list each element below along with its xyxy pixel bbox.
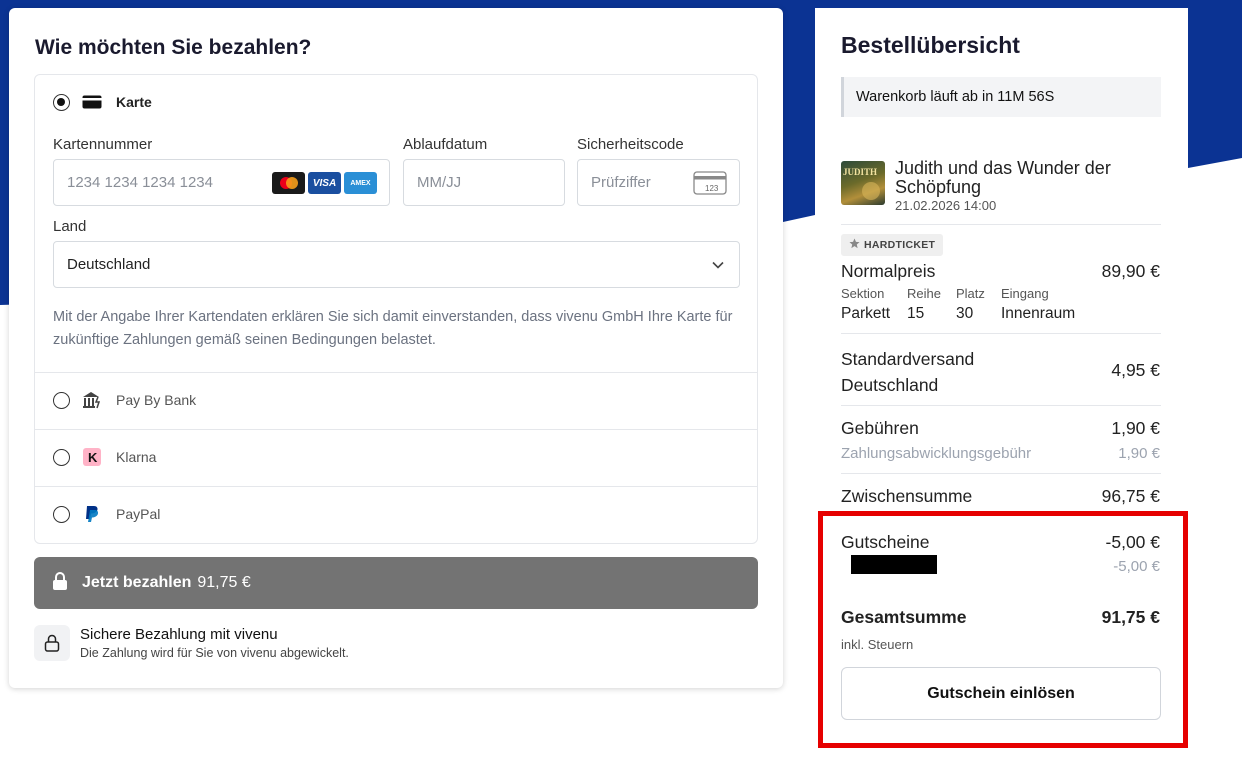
- ticket-badge-label: HARDTICKET: [864, 239, 936, 251]
- credit-card-icon: [82, 93, 102, 111]
- ticket-name: Normalpreis: [841, 261, 936, 281]
- seat-value-section: Parkett: [841, 305, 891, 322]
- divider: [841, 473, 1161, 474]
- payment-title: Wie möchten Sie bezahlen?: [35, 36, 312, 59]
- lock-icon: [52, 571, 68, 595]
- event-date: 21.02.2026 14:00: [895, 198, 997, 213]
- cvc-placeholder: Prüfziffer: [591, 174, 651, 191]
- seat-value-row: 15: [907, 305, 925, 322]
- method-pay-by-bank[interactable]: Pay By Bank: [53, 391, 196, 409]
- redacted-voucher-code: [851, 555, 937, 574]
- vouchers-label: Gutscheine: [841, 532, 930, 552]
- paypal-icon: [82, 505, 102, 523]
- event-thumbnail: JUDITH: [841, 161, 885, 205]
- lock-icon: [34, 625, 70, 661]
- cart-timer: Warenkorb läuft ab in 11M 56S: [841, 77, 1161, 117]
- country-label: Land: [53, 218, 87, 235]
- seat-header-section: Sektion: [841, 286, 885, 301]
- ticket-price: 89,90 €: [1101, 261, 1160, 281]
- expiry-input[interactable]: MM/JJ: [403, 159, 565, 206]
- summary-title: Bestellübersicht: [841, 32, 1020, 58]
- pay-now-label: Jetzt bezahlen: [82, 574, 192, 591]
- svg-text:123: 123: [705, 184, 719, 193]
- total-label: Gesamtsumme: [841, 607, 967, 627]
- cvc-label: Sicherheitscode: [577, 136, 684, 153]
- fees-sub-label: Zahlungsabwicklungsgebühr: [841, 445, 1032, 462]
- method-klarna-label: Klarna: [116, 449, 157, 465]
- fees-sub-amount: 1,90 €: [1118, 445, 1160, 462]
- radio-card[interactable]: [53, 93, 70, 111]
- expiry-label: Ablaufdatum: [403, 136, 488, 153]
- divider: [841, 333, 1161, 334]
- ticket-badge: HARDTICKET: [841, 234, 944, 256]
- subtotal-amount: 96,75 €: [1101, 486, 1160, 506]
- total-amount: 91,75 €: [1101, 607, 1160, 627]
- divider: [841, 224, 1161, 225]
- svg-text:K: K: [88, 450, 98, 465]
- divider: [841, 405, 1161, 406]
- fees-amount: 1,90 €: [1111, 418, 1160, 438]
- event-title: Judith und das Wunder der Schöpfung: [895, 158, 1111, 197]
- seat-header-seat: Platz: [956, 286, 985, 301]
- radio-paypal[interactable]: [53, 505, 70, 523]
- expiry-placeholder: MM/JJ: [417, 174, 462, 191]
- shipping-label-line2: Deutschland: [841, 375, 939, 395]
- mastercard-logo: [272, 172, 305, 194]
- method-pay-by-bank-label: Pay By Bank: [116, 392, 197, 408]
- country-select[interactable]: Deutschland: [53, 241, 740, 288]
- card-number-input[interactable]: 1234 1234 1234 1234 VISA AMEX: [53, 159, 390, 206]
- radio-klarna[interactable]: [53, 448, 70, 466]
- klarna-icon: K: [82, 448, 102, 466]
- country-value: Deutschland: [67, 256, 151, 273]
- divider: [35, 486, 757, 487]
- pay-now-amount: 91,75 €: [197, 574, 251, 591]
- cvc-input[interactable]: Prüfziffer 123: [577, 159, 740, 206]
- shipping-amount: 4,95 €: [1111, 360, 1160, 380]
- amex-logo: AMEX: [344, 172, 377, 194]
- method-card[interactable]: Karte: [53, 93, 152, 111]
- seat-header-row: Reihe: [907, 286, 941, 301]
- tax-note: inkl. Steuern: [841, 637, 914, 652]
- svg-text:JUDITH: JUDITH: [843, 167, 877, 177]
- radio-pay-by-bank[interactable]: [53, 391, 70, 409]
- cvc-card-icon: 123: [693, 171, 727, 199]
- method-paypal-label: PayPal: [116, 506, 161, 522]
- seat-value-entrance: Innenraum: [1001, 305, 1076, 322]
- order-summary-card: Bestellübersicht Warenkorb läuft ab in 1…: [815, 8, 1186, 748]
- card-number-placeholder: 1234 1234 1234 1234: [67, 174, 213, 191]
- chevron-down-icon: [711, 258, 725, 276]
- method-card-label: Karte: [116, 94, 152, 110]
- shipping-label-line1: Standardversand: [841, 349, 975, 369]
- card-consent-text: Mit der Angabe Ihrer Kartendaten erkläre…: [53, 309, 733, 348]
- vouchers-amount: -5,00 €: [1105, 532, 1160, 552]
- card-brand-logos: VISA AMEX: [272, 172, 377, 194]
- redeem-voucher-button[interactable]: Gutschein einlösen: [841, 667, 1161, 720]
- seat-value-seat: 30: [956, 305, 974, 322]
- secure-subtitle: Die Zahlung wird für Sie von vivenu abge…: [80, 646, 349, 660]
- method-paypal[interactable]: PayPal: [53, 505, 160, 523]
- card-number-label: Kartennummer: [53, 136, 153, 153]
- visa-logo: VISA: [308, 172, 341, 194]
- payment-card: Wie möchten Sie bezahlen? Karte Kartennu…: [9, 8, 783, 688]
- pay-now-button[interactable]: Jetzt bezahlen 91,75 €: [34, 557, 758, 609]
- vouchers-sub-amount: -5,00 €: [1113, 558, 1160, 575]
- bank-icon: [82, 391, 102, 409]
- divider: [35, 372, 757, 373]
- star-icon: [849, 238, 860, 252]
- subtotal-label: Zwischensumme: [841, 486, 973, 506]
- shipping-label: Standardversand Deutschland: [841, 346, 974, 398]
- method-klarna[interactable]: K Klarna: [53, 448, 156, 466]
- seat-header-entrance: Eingang: [1001, 286, 1049, 301]
- fees-label: Gebühren: [841, 418, 919, 438]
- payment-methods: Karte Kartennummer 1234 1234 1234 1234 V…: [34, 74, 758, 544]
- secure-payment-note: Sichere Bezahlung mit vivenu Die Zahlung…: [34, 625, 349, 661]
- secure-title: Sichere Bezahlung mit vivenu: [80, 626, 278, 643]
- divider: [35, 429, 757, 430]
